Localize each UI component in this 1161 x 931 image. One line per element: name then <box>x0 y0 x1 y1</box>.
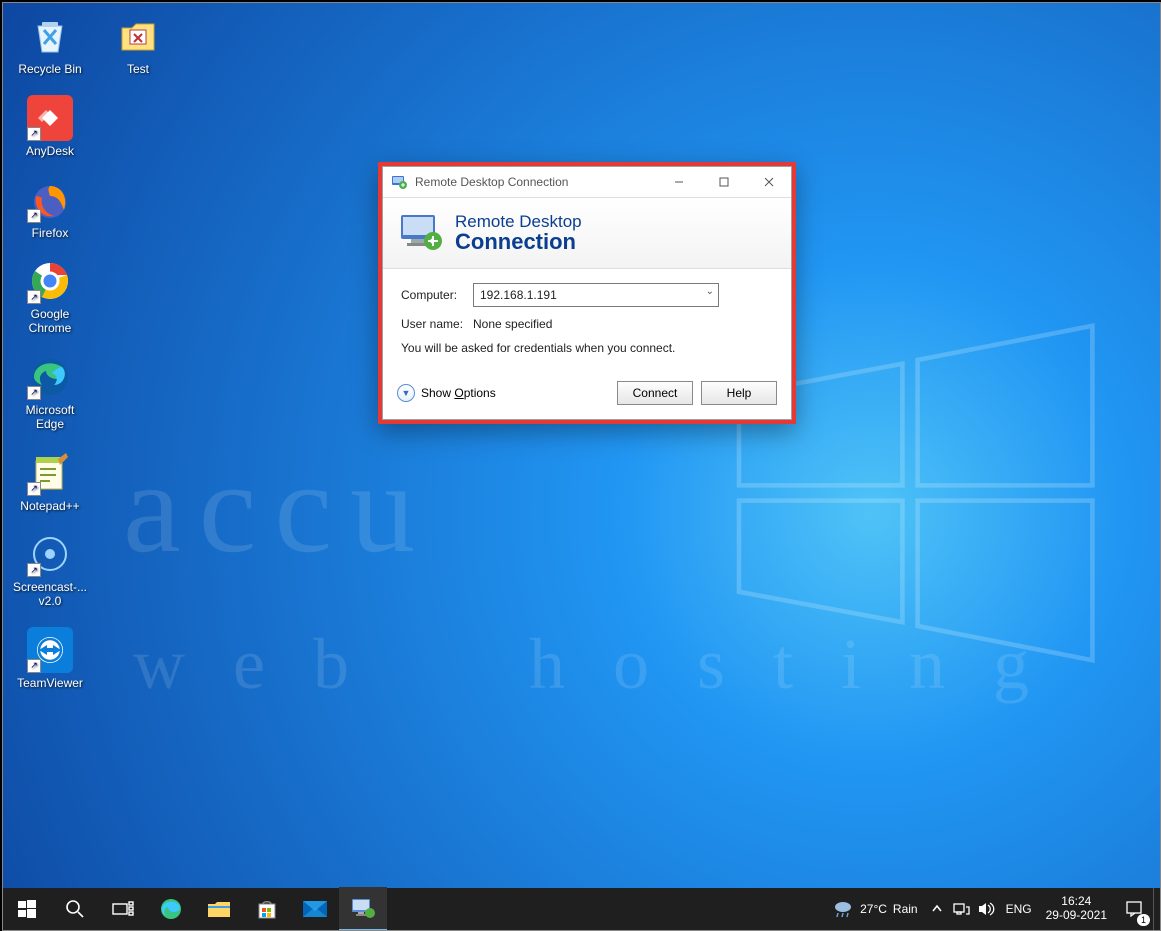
desktop-icons: Recycle Bin ↗ AnyDesk ↗ Firefox ↗ Google… <box>11 13 177 709</box>
watermark-text-2: web hosting <box>133 623 1077 706</box>
close-button[interactable] <box>746 167 791 197</box>
tray-clock[interactable]: 16:24 29-09-2021 <box>1038 888 1115 930</box>
icon-label: Recycle Bin <box>11 63 89 77</box>
connect-button[interactable]: Connect <box>617 381 693 405</box>
icon-label: Test <box>99 63 177 77</box>
icon-screencast[interactable]: ↗ Screencast-... v2.0 <box>11 531 89 609</box>
task-view-button[interactable] <box>99 888 147 930</box>
icon-label: AnyDesk <box>11 145 89 159</box>
rdc-highlight-box: Remote Desktop Connection Remote Desktop… <box>378 162 796 424</box>
icon-label: Screencast-... v2.0 <box>11 581 89 609</box>
dialog-title: Remote Desktop Connection <box>415 175 568 189</box>
chevron-down-icon: ▼ <box>397 384 415 402</box>
taskbar-mail[interactable] <box>291 888 339 930</box>
start-button[interactable] <box>3 888 51 930</box>
icon-firefox[interactable]: ↗ Firefox <box>11 177 89 241</box>
rdc-dialog: Remote Desktop Connection Remote Desktop… <box>382 166 792 420</box>
icon-teamviewer[interactable]: ↗ TeamViewer <box>11 627 89 691</box>
banner-line1: Remote Desktop <box>455 213 582 230</box>
weather-widget[interactable]: 27°C Rain <box>824 888 926 930</box>
credentials-note: You will be asked for credentials when y… <box>401 341 773 355</box>
tray-notifications[interactable]: 1 <box>1115 888 1153 930</box>
show-desktop-peek[interactable] <box>1153 888 1160 930</box>
username-label: User name: <box>401 317 473 331</box>
computer-combobox[interactable]: 192.168.1.191 ⌄ <box>473 283 719 307</box>
minimize-button[interactable] <box>656 167 701 197</box>
show-options-label: Show Options <box>421 386 496 400</box>
rdc-banner-icon <box>397 211 445 255</box>
computer-value: 192.168.1.191 <box>480 288 557 302</box>
icon-label: Firefox <box>11 227 89 241</box>
icon-chrome[interactable]: ↗ Google Chrome <box>11 258 89 336</box>
icon-notepadpp[interactable]: ↗ Notepad++ <box>11 450 89 514</box>
help-button[interactable]: Help <box>701 381 777 405</box>
banner-line2: Connection <box>455 230 582 253</box>
icon-test-folder[interactable]: Test <box>99 13 177 77</box>
taskbar-rdc[interactable] <box>339 887 387 931</box>
tray-volume-icon[interactable] <box>974 888 1000 930</box>
tray-network-icon[interactable] <box>948 888 974 930</box>
weather-temp: 27°C <box>860 902 887 916</box>
rdc-icon <box>391 174 407 190</box>
taskbar: 27°C Rain ENG 16:24 29-09-2021 <box>3 888 1160 930</box>
system-tray: 27°C Rain ENG 16:24 29-09-2021 <box>824 888 1160 930</box>
icon-label: Google Chrome <box>11 308 89 336</box>
icon-label: Notepad++ <box>11 500 89 514</box>
computer-label: Computer: <box>401 288 473 302</box>
desktop[interactable]: accu web hosting Recycle Bin ↗ AnyDesk ↗… <box>2 2 1161 931</box>
search-button[interactable] <box>51 888 99 930</box>
lang-label: ENG <box>1006 902 1032 916</box>
weather-label: Rain <box>893 902 918 916</box>
tray-language[interactable]: ENG <box>1000 888 1038 930</box>
icon-label: Microsoft Edge <box>11 404 89 432</box>
clock-time: 16:24 <box>1046 895 1107 909</box>
show-options-toggle[interactable]: ▼ Show Options <box>397 384 496 402</box>
dialog-banner: Remote Desktop Connection <box>383 198 791 269</box>
tray-overflow[interactable] <box>926 888 948 930</box>
dialog-titlebar[interactable]: Remote Desktop Connection <box>383 167 791 198</box>
clock-date: 29-09-2021 <box>1046 909 1107 923</box>
maximize-button[interactable] <box>701 167 746 197</box>
icon-anydesk[interactable]: ↗ AnyDesk <box>11 95 89 159</box>
icon-edge[interactable]: ↗ Microsoft Edge <box>11 354 89 432</box>
notif-badge: 1 <box>1137 914 1150 926</box>
chevron-down-icon[interactable]: ⌄ <box>706 286 714 297</box>
username-value: None specified <box>473 317 552 331</box>
taskbar-edge[interactable] <box>147 888 195 930</box>
icon-recycle-bin[interactable]: Recycle Bin <box>11 13 89 77</box>
taskbar-store[interactable] <box>243 888 291 930</box>
icon-label: TeamViewer <box>11 677 89 691</box>
taskbar-explorer[interactable] <box>195 888 243 930</box>
